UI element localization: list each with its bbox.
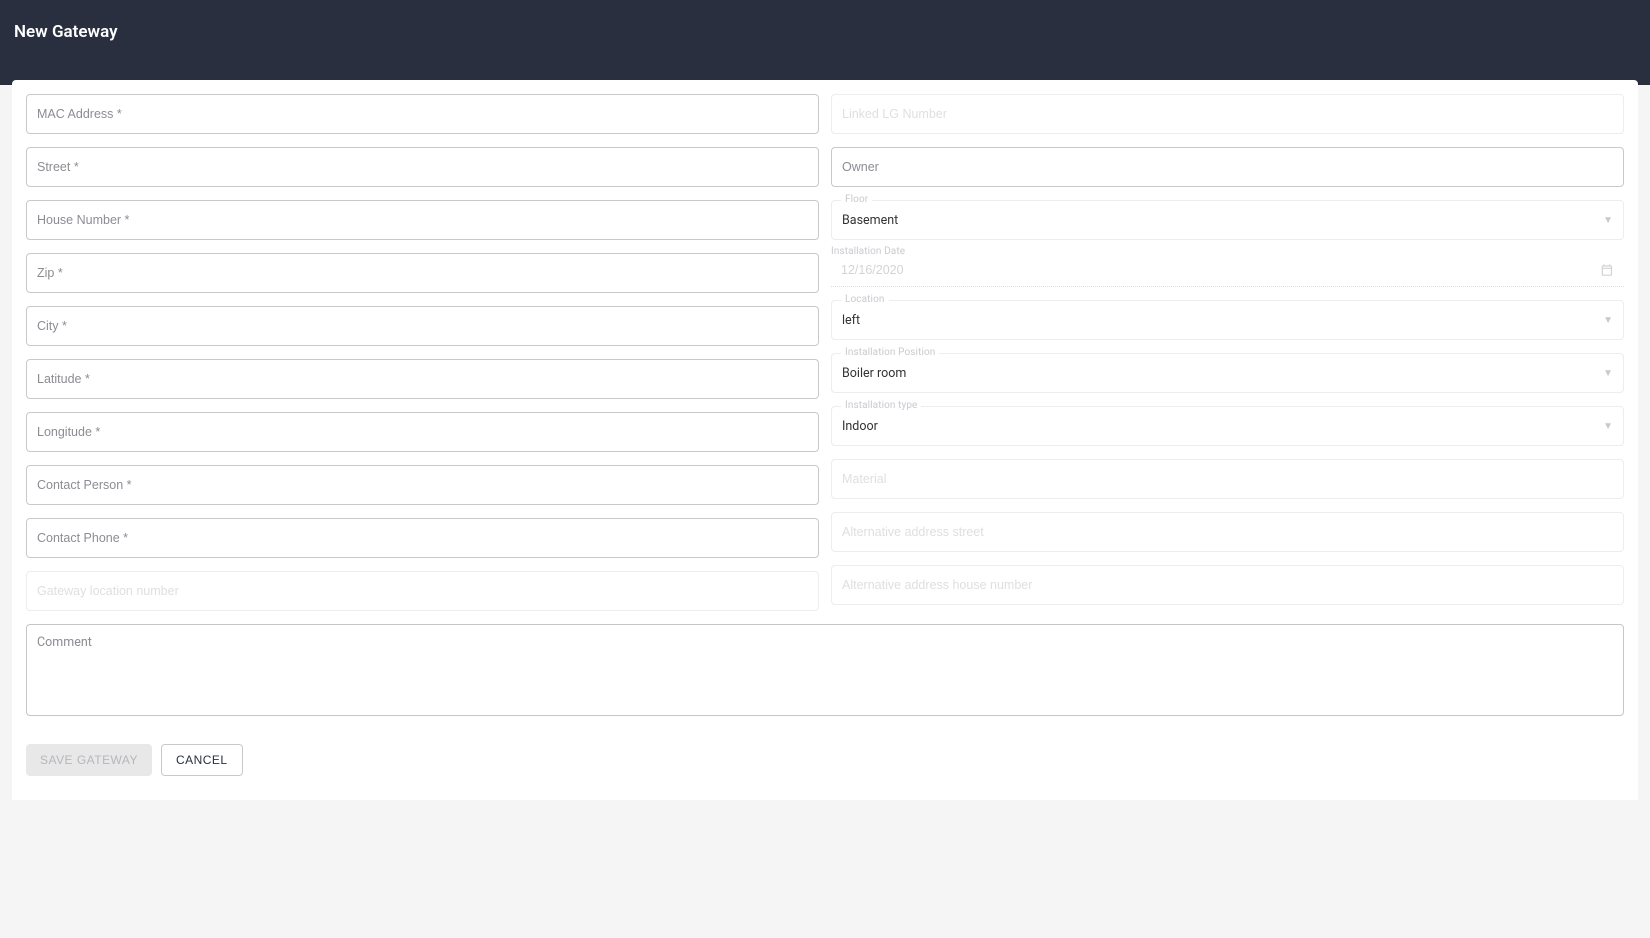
material-input[interactable]	[842, 472, 1613, 486]
cancel-button[interactable]: CANCEL	[161, 744, 243, 776]
city-field[interactable]	[26, 306, 819, 346]
installation-type-value: Indoor	[842, 419, 1603, 434]
alt-address-street-field[interactable]	[831, 512, 1624, 552]
floor-select[interactable]: Floor Basement ▼	[831, 200, 1624, 240]
comment-input[interactable]	[37, 635, 1613, 705]
longitude-field[interactable]	[26, 412, 819, 452]
page-header: New Gateway	[0, 0, 1650, 85]
alt-address-house-number-input[interactable]	[842, 578, 1613, 592]
save-gateway-button[interactable]: SAVE GATEWAY	[26, 744, 152, 776]
zip-input[interactable]	[37, 266, 808, 280]
installation-type-label: Installation type	[841, 400, 921, 411]
street-field[interactable]	[26, 147, 819, 187]
contact-phone-field[interactable]	[26, 518, 819, 558]
installation-position-label: Installation Position	[841, 347, 939, 358]
left-column	[26, 94, 819, 611]
floor-value: Basement	[842, 213, 1603, 228]
calendar-icon[interactable]	[1600, 263, 1614, 277]
location-value: left	[842, 313, 1603, 328]
mac-address-field[interactable]	[26, 94, 819, 134]
installation-type-select[interactable]: Installation type Indoor ▼	[831, 406, 1624, 446]
form-card: Floor Basement ▼ Installation Date Locat…	[12, 80, 1638, 800]
owner-field[interactable]	[831, 147, 1624, 187]
form-columns: Floor Basement ▼ Installation Date Locat…	[26, 94, 1624, 611]
floor-label: Floor	[841, 194, 872, 205]
owner-input[interactable]	[842, 160, 1613, 174]
contact-phone-input[interactable]	[37, 531, 808, 545]
page-title: New Gateway	[14, 22, 1636, 42]
latitude-input[interactable]	[37, 372, 808, 386]
house-number-field[interactable]	[26, 200, 819, 240]
longitude-input[interactable]	[37, 425, 808, 439]
right-column: Floor Basement ▼ Installation Date Locat…	[831, 94, 1624, 611]
installation-date-input[interactable]	[841, 263, 1600, 277]
zip-field[interactable]	[26, 253, 819, 293]
linked-lg-number-field[interactable]	[831, 94, 1624, 134]
alt-address-street-input[interactable]	[842, 525, 1613, 539]
location-label: Location	[841, 294, 889, 305]
chevron-down-icon: ▼	[1603, 368, 1613, 379]
gateway-location-number-input[interactable]	[37, 584, 808, 598]
gateway-location-number-field[interactable]	[26, 571, 819, 611]
material-field[interactable]	[831, 459, 1624, 499]
installation-date-field[interactable]: Installation Date	[831, 253, 1624, 287]
linked-lg-number-input[interactable]	[842, 107, 1613, 121]
mac-address-input[interactable]	[37, 107, 808, 121]
location-select[interactable]: Location left ▼	[831, 300, 1624, 340]
street-input[interactable]	[37, 160, 808, 174]
chevron-down-icon: ▼	[1603, 215, 1613, 226]
comment-field[interactable]	[26, 624, 1624, 716]
installation-position-select[interactable]: Installation Position Boiler room ▼	[831, 353, 1624, 393]
city-input[interactable]	[37, 319, 808, 333]
form-actions: SAVE GATEWAY CANCEL	[26, 744, 1624, 776]
contact-person-field[interactable]	[26, 465, 819, 505]
installation-position-value: Boiler room	[842, 366, 1603, 381]
latitude-field[interactable]	[26, 359, 819, 399]
alt-address-house-number-field[interactable]	[831, 565, 1624, 605]
chevron-down-icon: ▼	[1603, 421, 1613, 432]
contact-person-input[interactable]	[37, 478, 808, 492]
house-number-input[interactable]	[37, 213, 808, 227]
installation-date-label: Installation Date	[831, 246, 909, 257]
comment-row	[26, 624, 1624, 716]
chevron-down-icon: ▼	[1603, 315, 1613, 326]
